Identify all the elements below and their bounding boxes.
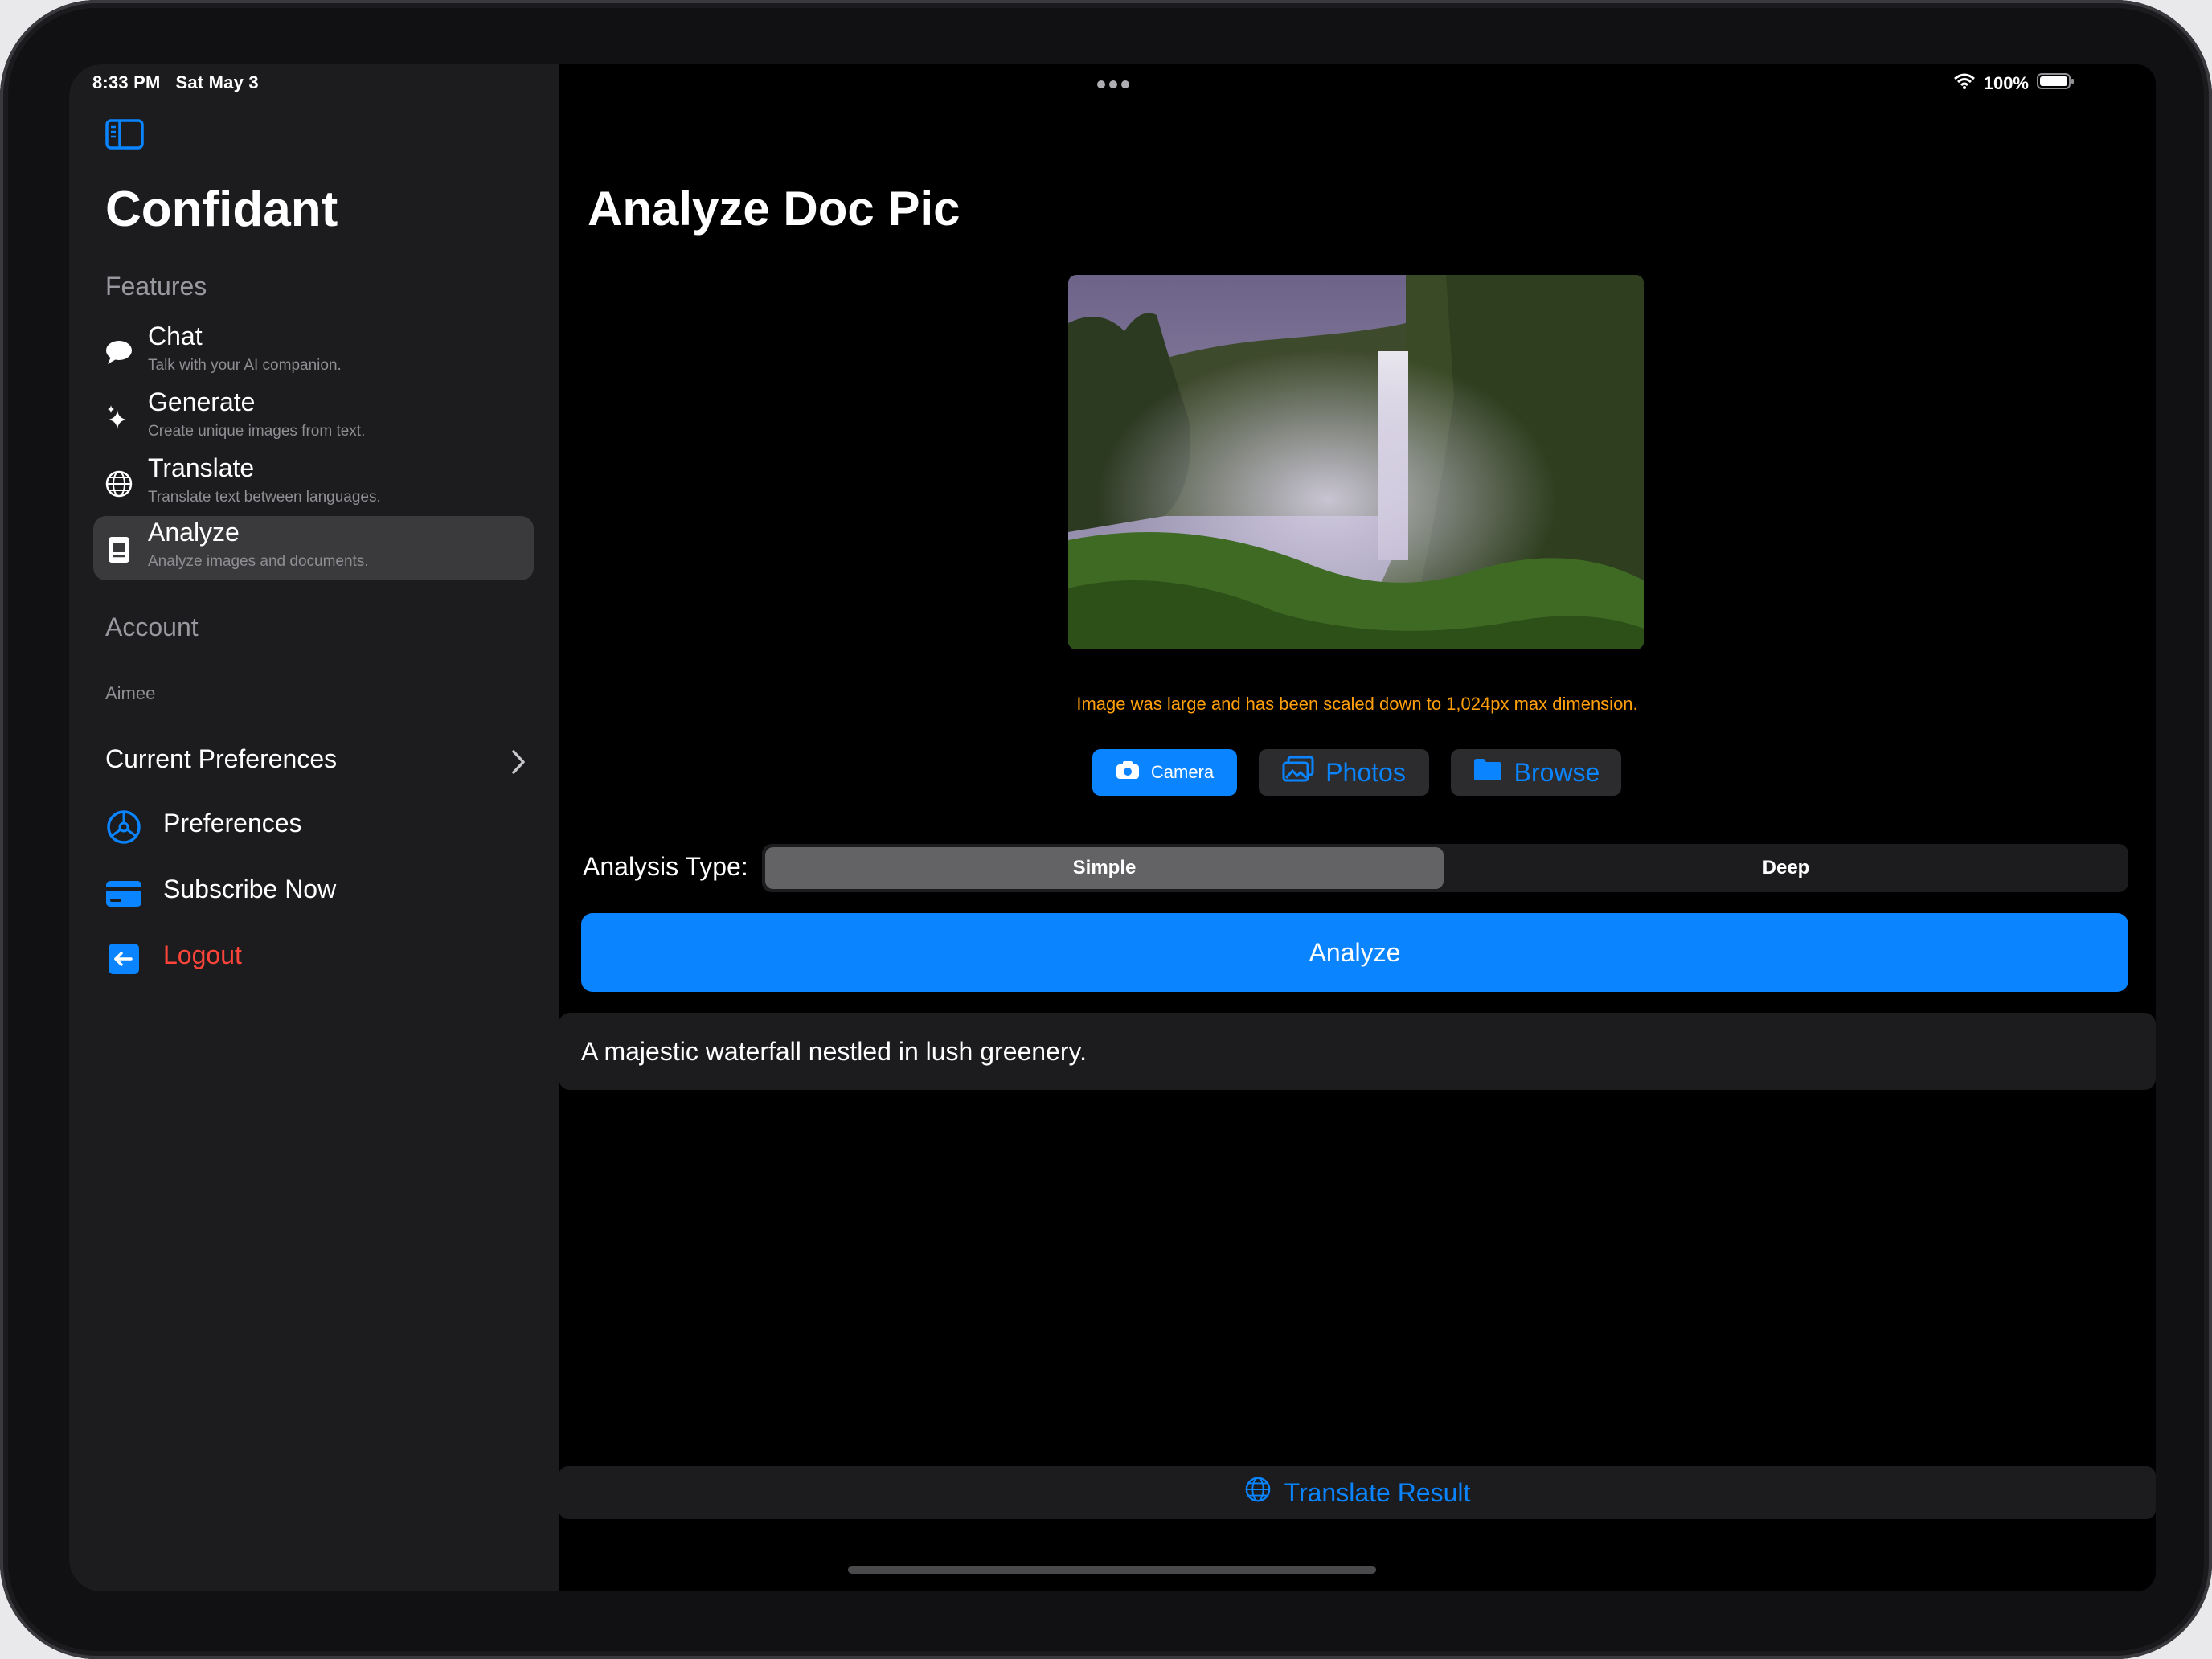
sidebar-item-title: Generate xyxy=(148,387,256,416)
result-card: A majestic waterfall nestled in lush gre… xyxy=(559,1013,2156,1090)
screen: 8:33 PM Sat May 3 Confidant Features Cha… xyxy=(69,64,2156,1591)
chevron-right-icon xyxy=(510,748,527,780)
gear-icon xyxy=(105,809,142,846)
battery-percent: 100% xyxy=(1983,73,2029,93)
sidebar: 8:33 PM Sat May 3 Confidant Features Cha… xyxy=(69,64,559,1591)
result-text: A majestic waterfall nestled in lush gre… xyxy=(581,1037,1088,1066)
analysis-type-picker[interactable]: Simple Deep xyxy=(762,844,2128,892)
camera-icon xyxy=(1116,760,1140,784)
status-date: Sat May 3 xyxy=(175,72,259,92)
wifi-icon xyxy=(1953,72,1976,95)
sidebar-item-subtitle: Create unique images from text. xyxy=(148,423,366,440)
globe-icon xyxy=(104,469,133,498)
browse-button[interactable]: Browse xyxy=(1451,749,1621,796)
translate-result-button[interactable]: Translate Result xyxy=(559,1466,2156,1519)
browse-label: Browse xyxy=(1514,757,1600,787)
camera-label: Camera xyxy=(1150,762,1215,782)
current-preferences-label: Current Preferences xyxy=(105,744,338,773)
sidebar-item-title: Translate xyxy=(148,453,255,482)
logout-label: Logout xyxy=(163,940,242,969)
folder-icon xyxy=(1473,756,1503,789)
sidebar-item-subtitle: Analyze images and documents. xyxy=(148,553,369,570)
photos-label: Photos xyxy=(1325,757,1406,787)
sidebar-item-subtitle: Talk with your AI companion. xyxy=(148,357,342,374)
page-title: Analyze Doc Pic xyxy=(588,182,961,236)
photo-library-icon xyxy=(1282,756,1314,789)
status-time-text: 8:33 PM xyxy=(92,72,161,92)
home-indicator[interactable] xyxy=(848,1566,1376,1574)
sidebar-item-analyze[interactable]: Analyze Analyze images and documents. xyxy=(93,516,534,580)
image-preview xyxy=(1068,275,1644,649)
photos-button[interactable]: Photos xyxy=(1259,749,1429,796)
analysis-type-label: Analysis Type: xyxy=(583,852,748,881)
waterfall-image xyxy=(1068,275,1644,649)
analyze-button[interactable]: Analyze xyxy=(581,913,2128,992)
account-name: Aimee xyxy=(105,683,156,703)
preferences-label: Preferences xyxy=(163,809,302,838)
scale-warning-note: Image was large and has been scaled down… xyxy=(1076,694,1638,714)
subscribe-label: Subscribe Now xyxy=(163,875,337,903)
app-title: Confidant xyxy=(105,182,338,237)
ipad-frame: 8:33 PM Sat May 3 Confidant Features Cha… xyxy=(0,0,2212,1659)
sidebar-item-subtitle: Translate text between languages. xyxy=(148,489,381,506)
status-time: 8:33 PM Sat May 3 xyxy=(92,72,259,93)
credit-card-icon xyxy=(105,875,142,911)
camera-button[interactable]: Camera xyxy=(1092,749,1237,796)
sidebar-item-chat[interactable]: Chat Talk with your AI companion. xyxy=(93,320,534,384)
logout-row[interactable]: Logout xyxy=(105,934,535,982)
sidebar-item-translate[interactable]: Translate Translate text between languag… xyxy=(93,452,534,516)
sparkles-icon xyxy=(104,403,133,432)
sidebar-toggle-icon[interactable] xyxy=(105,119,144,150)
segment-deep[interactable]: Deep xyxy=(1447,847,2125,889)
status-right: 100% xyxy=(1953,72,2075,95)
segment-simple[interactable]: Simple xyxy=(765,847,1444,889)
account-header: Account xyxy=(105,612,199,641)
document-scan-icon xyxy=(104,535,133,564)
chat-bubble-icon xyxy=(104,338,133,367)
logout-icon xyxy=(105,940,142,977)
sidebar-item-generate[interactable]: Generate Create unique images from text. xyxy=(93,386,534,450)
globe-icon xyxy=(1244,1476,1272,1509)
multitasking-dots-icon[interactable] xyxy=(1096,79,1131,94)
battery-icon xyxy=(2037,72,2075,95)
preferences-row[interactable]: Preferences xyxy=(105,802,535,850)
sidebar-item-title: Analyze xyxy=(148,518,240,547)
current-preferences-row[interactable]: Current Preferences xyxy=(105,738,535,786)
subscribe-row[interactable]: Subscribe Now xyxy=(105,868,535,916)
translate-result-label: Translate Result xyxy=(1284,1477,1471,1507)
sidebar-item-title: Chat xyxy=(148,322,203,350)
features-header: Features xyxy=(105,272,207,301)
main-content: 100% Analyze Doc Pic Image was large and… xyxy=(559,64,2156,1591)
